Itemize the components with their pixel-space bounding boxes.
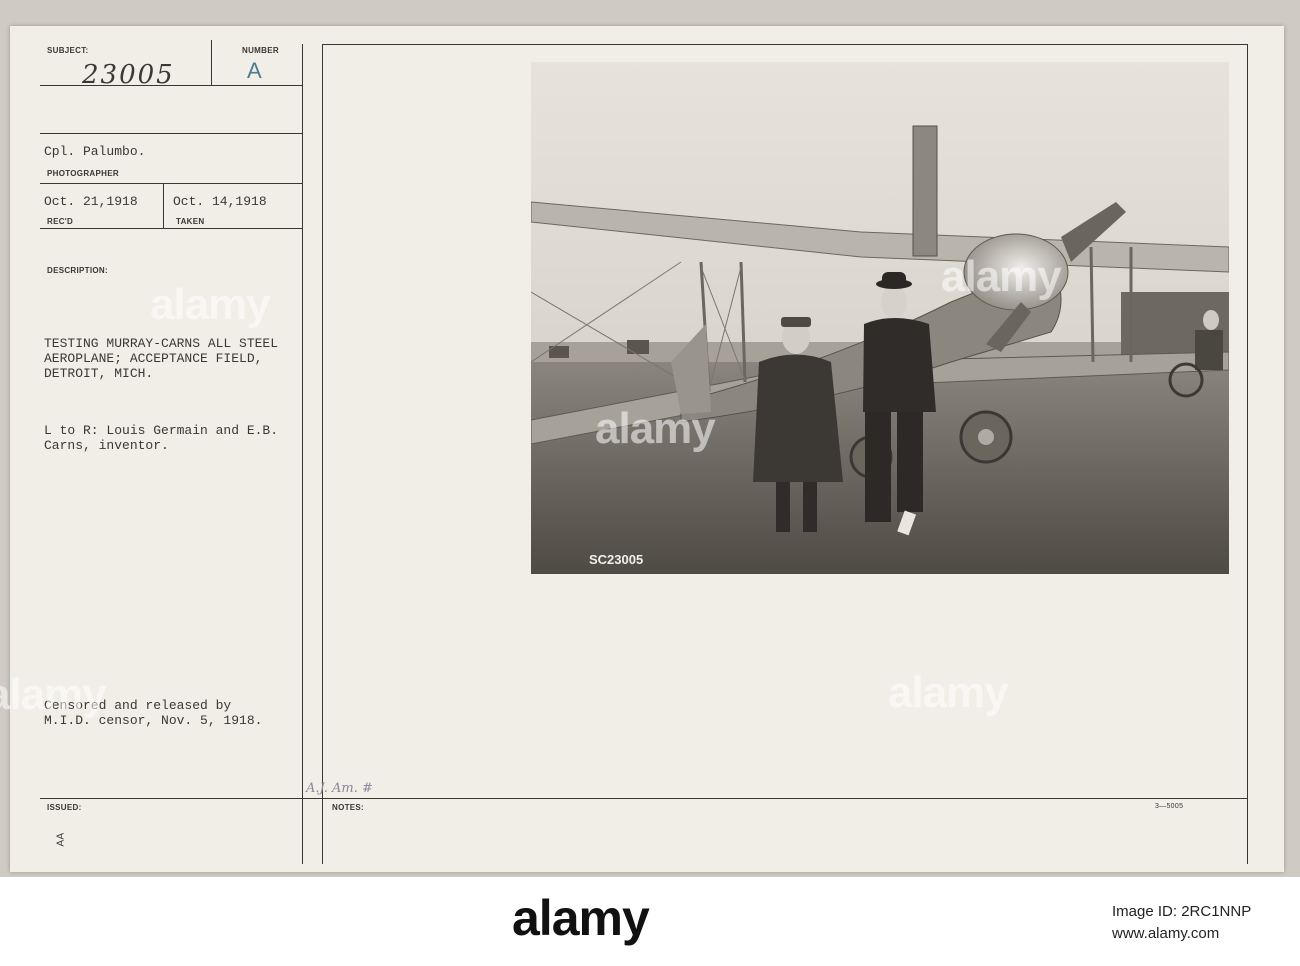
watermark-right: alamy (888, 668, 1009, 717)
rule-issued-notes (40, 798, 1248, 799)
notes-handwriting: A.J. Am. # (306, 781, 373, 796)
received-date: Oct. 21,1918 (44, 194, 138, 209)
watermark-left-edge: alamy (0, 670, 107, 719)
plate-number: SC23005 (589, 552, 644, 567)
alamy-logo: alamy (512, 890, 650, 946)
rule-column-divider (302, 44, 303, 864)
number-letter: A (247, 58, 262, 83)
rule-number-divider (211, 40, 212, 86)
airplane-photo-illustration (531, 62, 1229, 574)
number-label: NUMBER (242, 46, 279, 55)
rule-right-border-right (1247, 44, 1248, 864)
watermark-left-top: alamy (150, 280, 271, 329)
watermark-photo-center: alamy (595, 404, 716, 453)
rule-dates-top (40, 183, 302, 184)
historic-photograph: SC23005 alamy alamy (531, 62, 1229, 574)
watermark-photo-top: alamy (941, 252, 1062, 301)
photographer-label: PHOTOGRAPHER (47, 169, 119, 178)
rule-photographer (40, 133, 302, 134)
taken-date: Oct. 14,1918 (173, 194, 267, 209)
caption-text: L to R: Louis Germain and E.B. Carns, in… (44, 423, 279, 453)
rule-dates-bottom (40, 228, 302, 229)
description-label: DESCRIPTION: (47, 266, 108, 275)
form-number: 3—5005 (1155, 803, 1184, 810)
description-text: TESTING MURRAY-CARNS ALL STEEL AEROPLANE… (44, 336, 279, 381)
notes-label: NOTES: (332, 803, 365, 812)
rule-right-border-top (322, 44, 1248, 45)
subject-label: SUBJECT: (47, 46, 89, 55)
rule-right-border-left (322, 44, 323, 864)
alamy-url: www.alamy.com (1112, 925, 1220, 942)
received-label: REC'D (47, 217, 74, 226)
issued-label: ISSUED: (47, 803, 82, 812)
rule-dates-divider (163, 183, 164, 229)
image-id: Image ID: 2RC1NNP (1112, 903, 1252, 920)
taken-label: TAKEN (176, 217, 205, 226)
photographer-value: Cpl. Palumbo. (44, 144, 146, 159)
subject-number: 23005 (82, 60, 175, 90)
vertical-mark: AA (55, 832, 67, 847)
